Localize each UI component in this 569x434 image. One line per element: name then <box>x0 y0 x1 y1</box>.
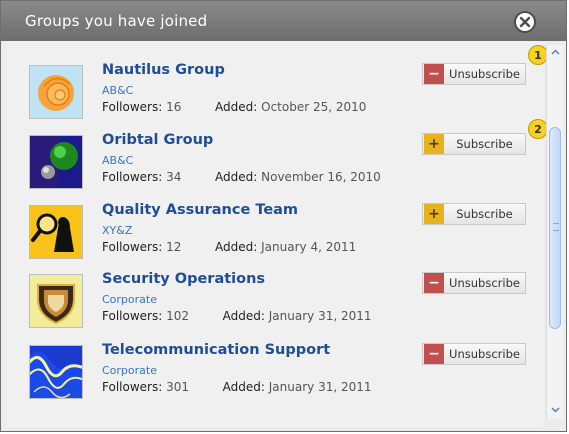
callout-badge-2: 2 <box>528 119 548 139</box>
callout-badge-1: 1 <box>528 45 548 65</box>
groups-list: Nautilus Group AB&C Followers: 16 Added:… <box>7 41 543 427</box>
button-label: Subscribe <box>456 207 513 221</box>
scroll-up-button[interactable] <box>547 45 563 59</box>
groups-dialog: Groups you have joined Nautilus Group AB… <box>0 0 567 432</box>
group-meta: Followers: 102 Added: January 31, 2011 <box>102 309 372 323</box>
minus-icon: − <box>424 64 444 84</box>
group-name-link[interactable]: Security Operations <box>102 271 265 287</box>
added-date: January 4, 2011 <box>261 240 357 254</box>
dialog-title: Groups you have joined <box>25 12 208 30</box>
added-label: Added: <box>215 170 258 184</box>
close-x-icon <box>519 16 531 28</box>
button-label: Unsubscribe <box>449 276 520 290</box>
group-org-link[interactable]: Corporate <box>102 293 157 306</box>
plus-icon: + <box>424 134 444 154</box>
minus-icon: − <box>424 273 444 293</box>
magnifier-person-icon <box>30 206 82 258</box>
group-thumbnail-orbital <box>29 135 83 189</box>
followers-label: Followers: <box>102 309 163 323</box>
list-item: Quality Assurance Team XY&Z Followers: 1… <box>7 202 527 275</box>
group-org-link[interactable]: Corporate <box>102 364 157 377</box>
close-button[interactable] <box>514 11 536 33</box>
added-date: January 31, 2011 <box>268 309 372 323</box>
plus-icon: + <box>424 204 444 224</box>
chevron-down-icon <box>550 407 560 413</box>
added-label: Added: <box>222 309 265 323</box>
subscribe-button[interactable]: + Subscribe <box>422 203 526 225</box>
added-date: October 25, 2010 <box>261 100 367 114</box>
group-thumbnail-nautilus <box>29 65 83 119</box>
group-meta: Followers: 301 Added: January 31, 2011 <box>102 380 372 394</box>
group-meta: Followers: 16 Added: October 25, 2010 <box>102 100 366 114</box>
signal-wave-icon <box>30 346 82 398</box>
group-name-link[interactable]: Telecommunication Support <box>102 342 330 358</box>
group-name-link[interactable]: Quality Assurance Team <box>102 202 298 218</box>
added-date: November 16, 2010 <box>261 170 381 184</box>
added-date: January 31, 2011 <box>268 380 372 394</box>
group-thumbnail-qa <box>29 205 83 259</box>
chevron-up-icon <box>550 49 560 55</box>
list-item: Security Operations Corporate Followers:… <box>7 271 527 344</box>
group-org-link[interactable]: AB&C <box>102 154 133 167</box>
minus-icon: − <box>424 344 444 364</box>
followers-count: 16 <box>166 100 182 114</box>
followers-count: 12 <box>166 240 182 254</box>
added-label: Added: <box>222 380 265 394</box>
followers-count: 102 <box>166 309 189 323</box>
group-name-link[interactable]: Oribtal Group <box>102 132 213 148</box>
followers-label: Followers: <box>102 240 163 254</box>
group-thumbnail-telecom <box>29 345 83 399</box>
button-label: Unsubscribe <box>449 347 520 361</box>
unsubscribe-button[interactable]: − Unsubscribe <box>422 272 526 294</box>
shield-icon <box>30 275 82 327</box>
button-label: Subscribe <box>456 137 513 151</box>
added-label: Added: <box>215 240 258 254</box>
unsubscribe-button[interactable]: − Unsubscribe <box>422 343 526 365</box>
group-meta: Followers: 12 Added: January 4, 2011 <box>102 240 356 254</box>
button-label: Unsubscribe <box>449 67 520 81</box>
scroll-down-button[interactable] <box>547 403 563 417</box>
unsubscribe-button[interactable]: − Unsubscribe <box>422 63 526 85</box>
followers-count: 301 <box>166 380 189 394</box>
followers-label: Followers: <box>102 380 163 394</box>
vertical-scrollbar[interactable] <box>546 45 563 419</box>
group-meta: Followers: 34 Added: November 16, 2010 <box>102 170 381 184</box>
followers-label: Followers: <box>102 170 163 184</box>
followers-count: 34 <box>166 170 182 184</box>
list-item: Oribtal Group AB&C Followers: 34 Added: … <box>7 132 527 205</box>
dialog-titlebar: Groups you have joined <box>1 1 566 41</box>
group-org-link[interactable]: XY&Z <box>102 224 132 237</box>
scrollbar-thumb[interactable] <box>549 127 561 329</box>
group-thumbnail-security <box>29 274 83 328</box>
added-label: Added: <box>215 100 258 114</box>
grip-icon <box>553 223 559 231</box>
orbital-planet-icon <box>30 136 82 188</box>
list-item: Nautilus Group AB&C Followers: 16 Added:… <box>7 62 527 135</box>
group-name-link[interactable]: Nautilus Group <box>102 62 225 78</box>
followers-label: Followers: <box>102 100 163 114</box>
subscribe-button[interactable]: + Subscribe <box>422 133 526 155</box>
group-org-link[interactable]: AB&C <box>102 84 133 97</box>
nautilus-shell-icon <box>30 66 82 118</box>
list-item: Telecommunication Support Corporate Foll… <box>7 342 527 415</box>
